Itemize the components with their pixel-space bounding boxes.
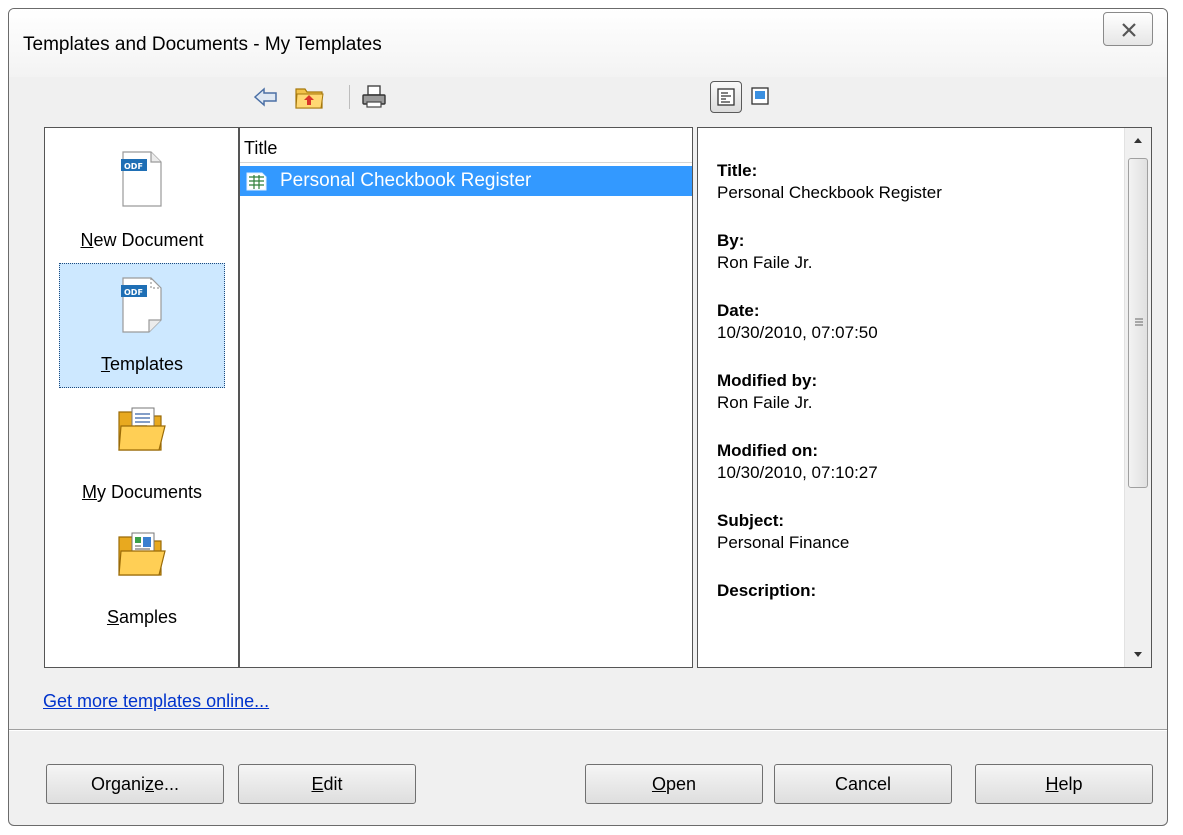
property-date: Date: 10/30/2010, 07:07:50 xyxy=(717,301,878,342)
templates-dialog: Templates and Documents - My Templates O… xyxy=(8,8,1168,826)
properties-list: Title: Personal Checkbook Register By: R… xyxy=(717,160,1121,628)
property-subject: Subject: Personal Finance xyxy=(717,511,850,552)
column-header-label: Title xyxy=(244,138,278,158)
odf-document-icon: ODF xyxy=(121,151,162,207)
back-arrow-icon[interactable] xyxy=(251,83,281,111)
category-label: Templates xyxy=(100,354,184,374)
folder-up-icon[interactable] xyxy=(294,83,324,111)
spreadsheet-template-icon xyxy=(246,172,267,191)
scrollbar-thumb[interactable] xyxy=(1128,158,1148,488)
list-item[interactable]: Personal Checkbook Register xyxy=(240,166,692,196)
toolbar-separator xyxy=(349,85,350,109)
svg-text:ODF: ODF xyxy=(124,288,143,297)
category-samples[interactable]: Samples xyxy=(59,515,225,640)
close-icon xyxy=(1122,23,1136,37)
edit-button[interactable]: Edit xyxy=(238,764,416,804)
arrow-up-icon xyxy=(1134,138,1142,143)
property-title: Title: Personal Checkbook Register xyxy=(717,161,942,202)
title-bar: Templates and Documents - My Templates xyxy=(9,9,1167,77)
preview-view-button[interactable] xyxy=(745,81,777,113)
details-view-button[interactable] xyxy=(710,81,742,113)
vertical-scrollbar[interactable] xyxy=(1124,128,1151,667)
property-modified-on: Modified on: 10/30/2010, 07:10:27 xyxy=(717,441,878,482)
grip-icon xyxy=(1135,318,1143,326)
template-list-panel: Title Personal Checkbook Register xyxy=(238,127,693,668)
category-my-documents[interactable]: My Documents xyxy=(59,390,225,515)
details-view-icon xyxy=(717,88,735,106)
help-button[interactable]: Help xyxy=(975,764,1153,804)
folder-samples-icon xyxy=(118,532,166,576)
odf-template-icon: ODF xyxy=(121,277,162,333)
preview-view-icon xyxy=(751,87,769,105)
close-button[interactable] xyxy=(1103,12,1153,46)
organize-button[interactable]: Organize... xyxy=(46,764,224,804)
arrow-down-icon xyxy=(1134,652,1142,657)
category-label: My Documents xyxy=(81,482,203,502)
window-title: Templates and Documents - My Templates xyxy=(23,34,382,55)
list-item-title: Personal Checkbook Register xyxy=(280,170,532,191)
toolbar xyxy=(9,79,1167,115)
category-label: Samples xyxy=(106,607,178,627)
property-modified-by: Modified by: Ron Faile Jr. xyxy=(717,371,818,412)
open-button[interactable]: Open xyxy=(585,764,763,804)
get-more-templates-link[interactable]: Get more templates online... xyxy=(43,691,269,712)
scroll-up-button[interactable] xyxy=(1125,128,1151,154)
scroll-down-button[interactable] xyxy=(1125,641,1151,667)
category-panel: ODF New Document ODF Templates My Docume… xyxy=(44,127,240,668)
print-icon[interactable] xyxy=(359,83,389,111)
divider-highlight xyxy=(9,730,1167,731)
properties-panel: Title: Personal Checkbook Register By: R… xyxy=(697,127,1152,668)
category-templates[interactable]: ODF Templates xyxy=(59,263,225,388)
property-description: Description: xyxy=(717,581,817,600)
category-new-document[interactable]: ODF New Document xyxy=(59,138,225,263)
property-by: By: Ron Faile Jr. xyxy=(717,231,813,272)
cancel-button[interactable]: Cancel xyxy=(774,764,952,804)
folder-documents-icon xyxy=(118,407,166,451)
svg-text:ODF: ODF xyxy=(124,162,143,171)
category-label: New Document xyxy=(80,230,204,250)
column-header-title[interactable]: Title xyxy=(240,128,692,163)
